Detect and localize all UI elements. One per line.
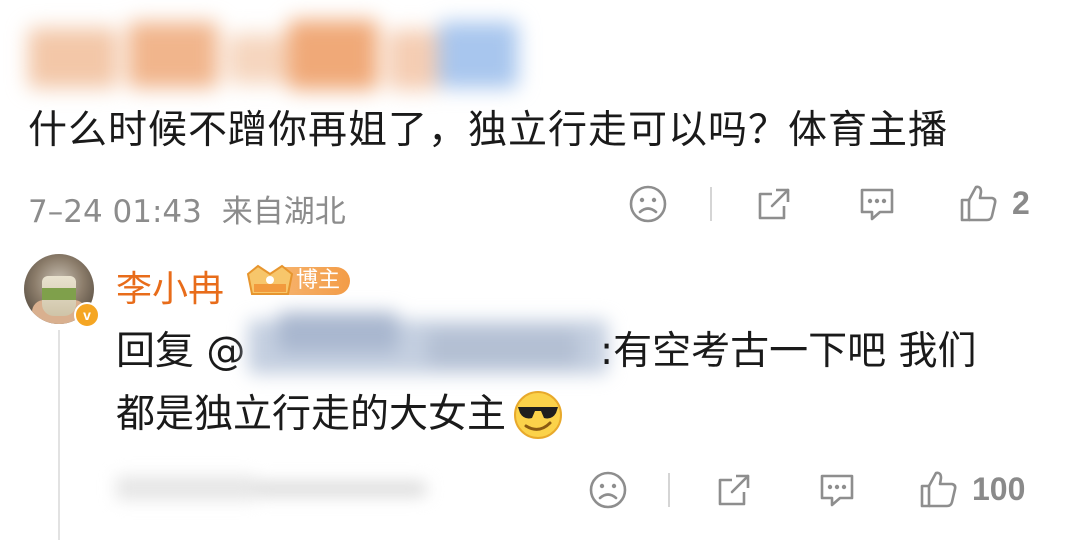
reply-text-line1: :有空考古一下吧 我们 <box>600 329 977 374</box>
frown-face-icon <box>629 185 667 223</box>
dislike-button[interactable] <box>588 470 628 510</box>
cool-sunglasses-emoji-icon <box>514 391 563 439</box>
share-icon <box>718 474 750 506</box>
comment-bubble-icon <box>820 474 854 507</box>
redacted-reply-timestamp <box>112 470 442 508</box>
comment-button[interactable] <box>856 184 898 224</box>
like-button[interactable]: 2 <box>958 182 1030 224</box>
redacted-commenter-name <box>18 8 538 104</box>
comment-timestamp: 7–24 01:43 <box>28 194 202 230</box>
thread-line <box>58 330 60 540</box>
reply-text: 都是独立行走的大女主 <box>116 392 507 437</box>
redacted-mention[interactable] <box>238 302 618 392</box>
thumbs-up-icon <box>920 471 957 508</box>
frown-face-icon <box>589 471 627 509</box>
like-count: 100 <box>972 470 1026 507</box>
crown-icon <box>244 262 296 300</box>
thumbs-up-icon <box>960 185 997 222</box>
like-count: 2 <box>1012 184 1030 221</box>
action-divider <box>710 187 712 221</box>
comment-location: 来自湖北 <box>221 194 346 230</box>
dislike-button[interactable] <box>628 184 668 224</box>
share-icon <box>758 188 790 220</box>
comment-meta-row: 7–24 01:43 来自湖北 <box>28 182 1068 230</box>
share-button[interactable] <box>754 184 794 224</box>
comment-text: 什么时候不蹭你再姐了，独立行走可以吗？体育主播 <box>28 108 949 153</box>
share-button[interactable] <box>714 470 754 510</box>
blogger-badge: 博主 <box>244 262 351 300</box>
comment-bubble-icon <box>860 188 894 221</box>
comment-thread: 什么时候不蹭你再姐了，独立行走可以吗？体育主播 7–24 01:43 来自湖北 <box>0 0 1080 540</box>
reply-author-name[interactable]: 李小冉 <box>116 260 224 312</box>
reply-prefix: 回复 @ <box>116 329 246 374</box>
reply-text-line2: 都是独立行走的大女主 <box>116 385 564 445</box>
comment-button[interactable] <box>816 470 858 510</box>
verified-badge-icon: v <box>74 302 100 328</box>
action-divider <box>668 473 670 507</box>
like-button[interactable]: 100 <box>918 468 1025 510</box>
